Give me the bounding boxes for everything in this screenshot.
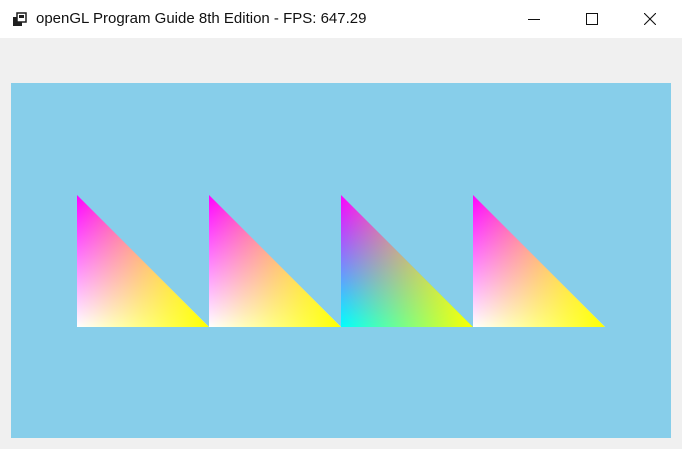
opengl-viewport[interactable] (11, 83, 671, 438)
title-bar[interactable]: openGL Program Guide 8th Edition - FPS: … (0, 0, 682, 38)
window-title: openGL Program Guide 8th Edition - FPS: … (36, 10, 367, 27)
triangle-1-shading (77, 195, 209, 327)
triangle-3-shading (341, 195, 473, 327)
close-button[interactable] (621, 0, 679, 38)
minimize-button[interactable] (505, 0, 563, 38)
minimize-icon (528, 19, 540, 20)
maximize-button[interactable] (563, 0, 621, 38)
triangle-4-shading (473, 195, 605, 327)
opengl-app-icon (13, 12, 27, 26)
app-window: openGL Program Guide 8th Edition - FPS: … (0, 0, 682, 449)
triangle-2-shading (209, 195, 341, 327)
close-icon (644, 13, 656, 25)
client-area-margin (0, 38, 682, 83)
maximize-icon (586, 13, 598, 25)
triangle-scene (77, 195, 605, 327)
